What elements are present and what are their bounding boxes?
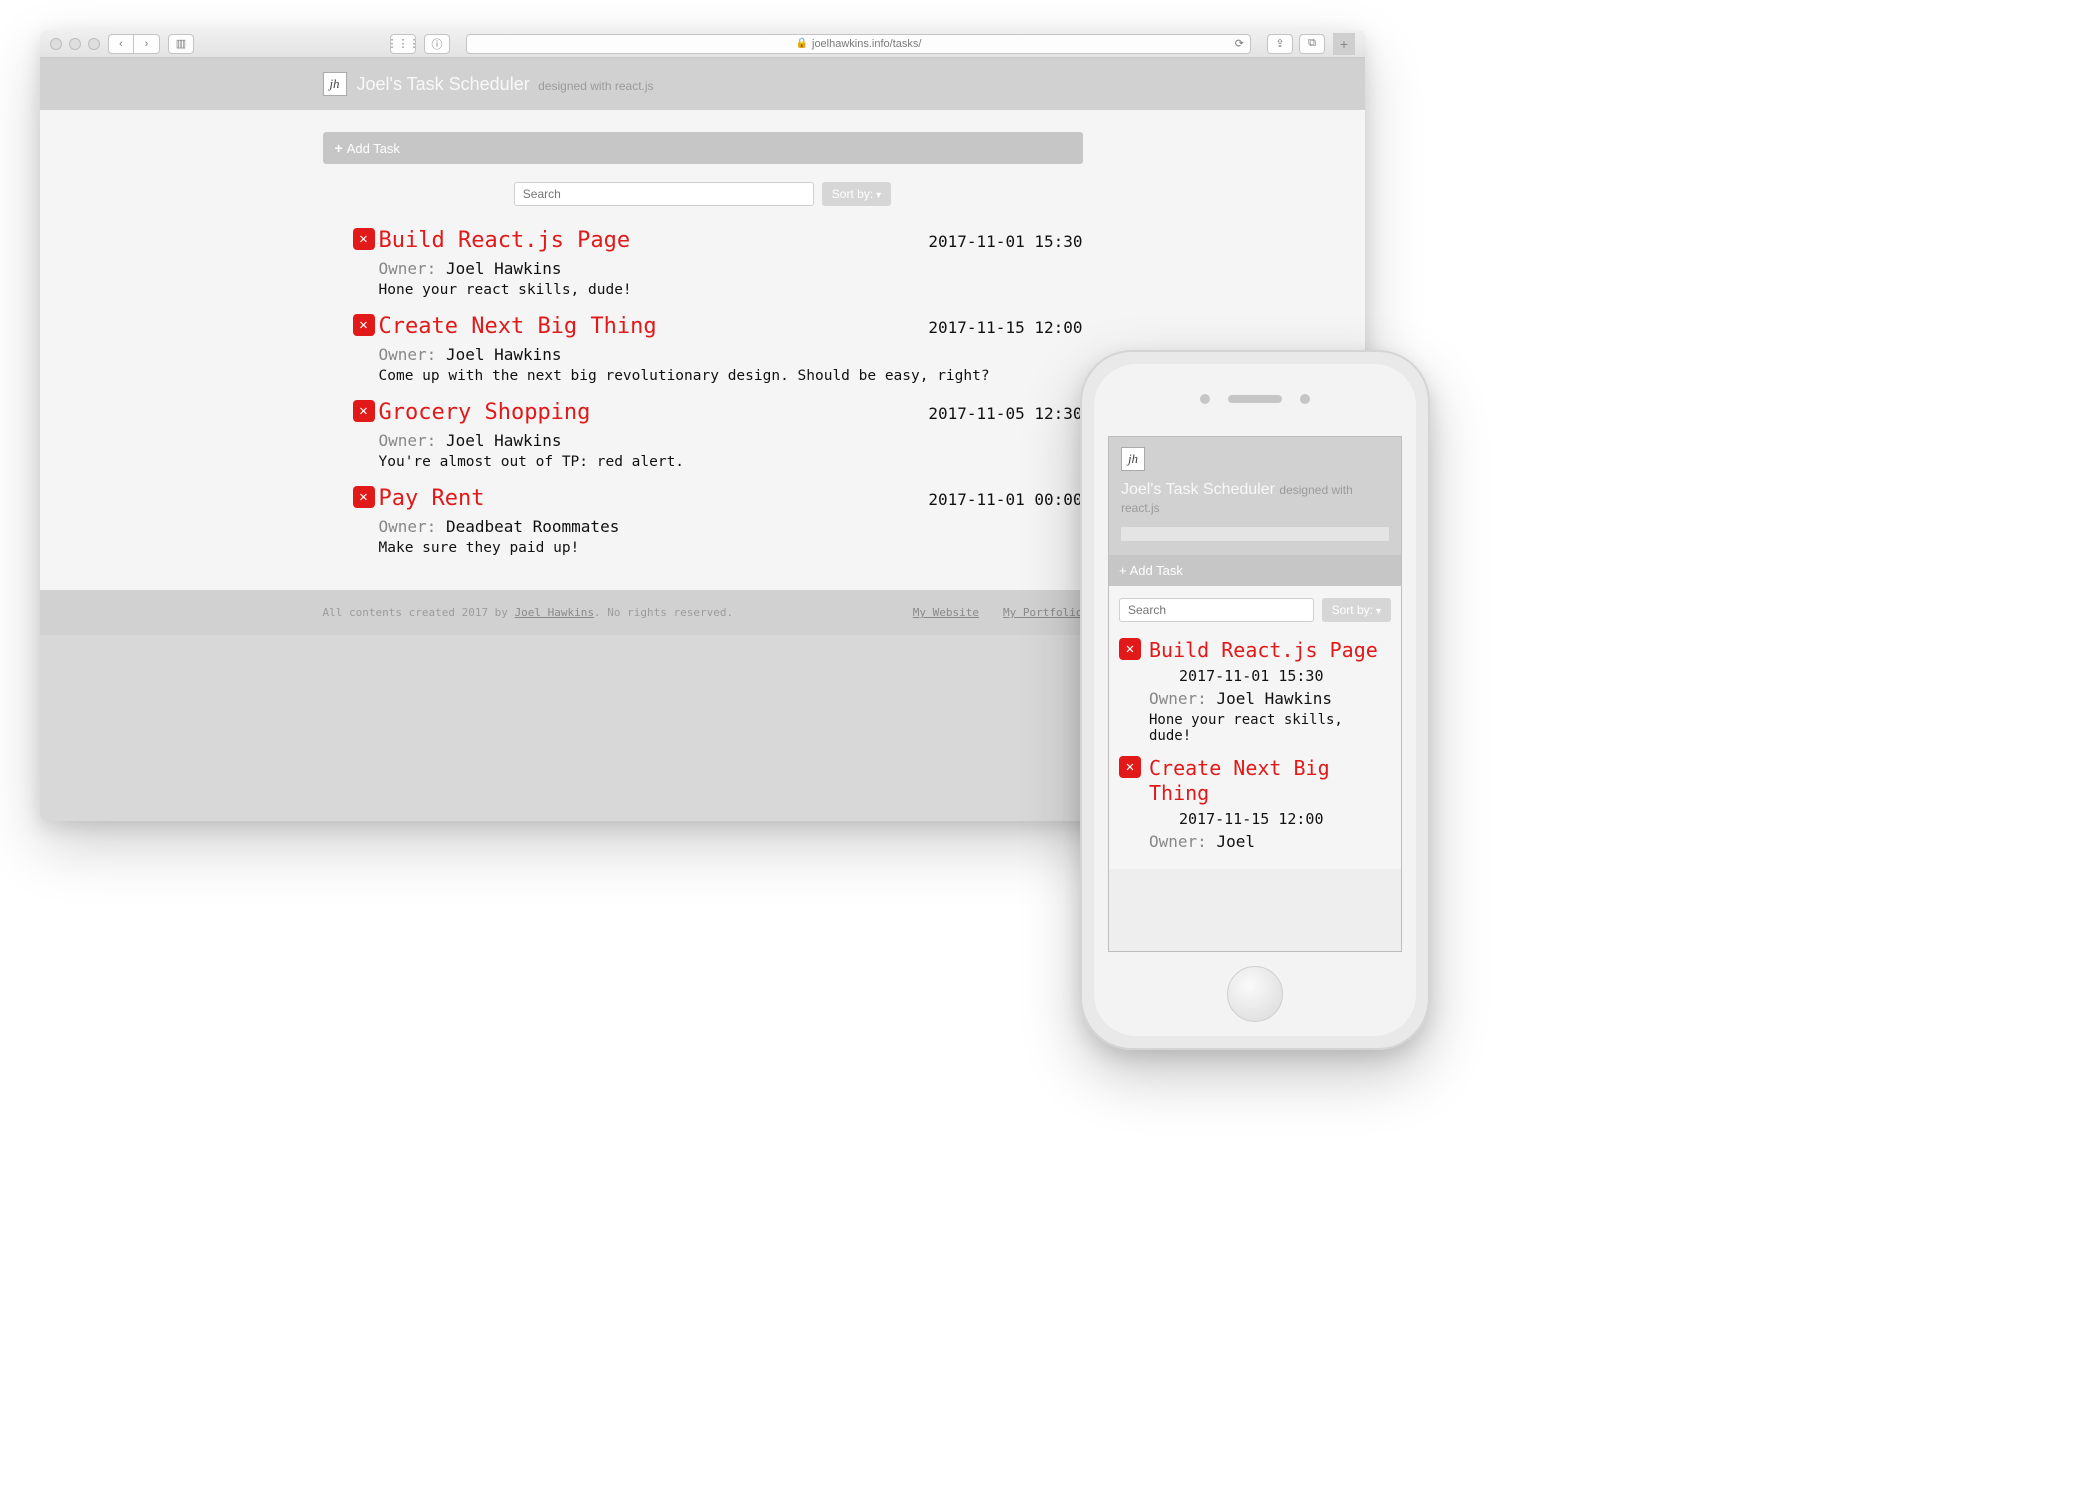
mobile-toolbar: Sort by: xyxy=(1109,586,1401,634)
task-item: ✕Pay Rent 2017-11-01 00:00 Owner: Deadbeat… xyxy=(323,480,1083,566)
owner-name: Joel xyxy=(1216,832,1255,851)
sort-by-button[interactable]: Sort by: xyxy=(822,182,891,206)
delete-task-button[interactable]: ✕ xyxy=(353,314,375,336)
owner-label: Owner: xyxy=(379,345,446,364)
browser-titlebar: ‹ › ▥ ⋮⋮⋮ ⓘ 🔒 joelhawkins.info/tasks/ ⟳ … xyxy=(40,30,1365,58)
delete-task-button[interactable]: ✕ xyxy=(353,228,375,250)
window-controls xyxy=(50,38,100,50)
mobile-logo-badge: jh xyxy=(1121,447,1145,471)
task-title[interactable]: Create Next Big Thing xyxy=(1149,756,1391,806)
mobile-search-input[interactable] xyxy=(1119,598,1314,622)
mobile-task-list: ✕ Build React.js Page 2017-11-01 15:30 Owne… xyxy=(1109,634,1401,869)
info-button[interactable]: ⓘ xyxy=(424,34,450,54)
close-window-icon[interactable] xyxy=(50,38,62,50)
footer-text: All contents created 2017 by Joel Hawkin… xyxy=(323,606,734,619)
back-button[interactable]: ‹ xyxy=(108,34,134,54)
add-task-button[interactable]: + Add Task xyxy=(323,132,1083,164)
task-title[interactable]: Build React.js Page xyxy=(1149,638,1391,663)
task-date: 2017-11-01 15:30 xyxy=(928,232,1082,251)
footer-link-portfolio[interactable]: My Portfolio xyxy=(1003,606,1082,619)
task-description: Hone your react skills, dude! xyxy=(379,282,1083,298)
task-description: Come up with the next big revolutionary … xyxy=(379,368,1083,384)
footer-author-link[interactable]: Joel Hawkins xyxy=(515,606,594,619)
iphone-mockup: jh Joel's Task Scheduler designed with r… xyxy=(1080,350,1430,1050)
nav-buttons: ‹ › xyxy=(108,34,160,54)
lock-icon: 🔒 xyxy=(796,38,808,49)
delete-task-button[interactable]: ✕ xyxy=(353,486,375,508)
maximize-window-icon[interactable] xyxy=(88,38,100,50)
owner-label: Owner: xyxy=(1149,689,1216,708)
plus-icon: + xyxy=(1119,563,1127,578)
logo-badge: jh xyxy=(323,72,347,96)
plus-icon: + xyxy=(335,140,343,156)
owner-name: Joel Hawkins xyxy=(446,345,562,364)
delete-task-button[interactable]: ✕ xyxy=(1119,756,1141,778)
task-item: ✕Build React.js Page 2017-11-01 15:30 Owne… xyxy=(323,222,1083,308)
search-input[interactable] xyxy=(514,182,814,206)
owner-name: Joel Hawkins xyxy=(1216,689,1332,708)
task-date: 2017-11-01 00:00 xyxy=(928,490,1082,509)
minimize-window-icon[interactable] xyxy=(69,38,81,50)
reload-icon[interactable]: ⟳ xyxy=(1235,37,1244,50)
task-date: 2017-11-15 12:00 xyxy=(1179,810,1391,828)
mobile-sort-button[interactable]: Sort by: xyxy=(1322,598,1391,622)
mobile-divider xyxy=(1121,527,1389,541)
owner-label: Owner: xyxy=(379,431,446,450)
task-description: Make sure they paid up! xyxy=(379,540,1083,556)
owner-label: Owner: xyxy=(379,517,446,536)
task-date: 2017-11-01 15:30 xyxy=(1179,667,1391,685)
mobile-app-title: Joel's Task Scheduler xyxy=(1121,481,1275,498)
task-item: ✕Grocery Shopping2017-11-05 12:30Owner: … xyxy=(323,394,1083,480)
owner-name: Deadbeat Roommates xyxy=(446,517,619,536)
mobile-add-task-button[interactable]: + Add Task xyxy=(1109,555,1401,586)
forward-button[interactable]: › xyxy=(134,34,160,54)
footer-link-website[interactable]: My Website xyxy=(913,606,979,619)
mobile-app-header: jh Joel's Task Scheduler designed with r… xyxy=(1109,437,1401,555)
app-header: jh Joel's Task Scheduler designed with r… xyxy=(40,58,1365,110)
mobile-task-item: ✕ Create Next Big Thing 2017-11-15 12:00 Ow… xyxy=(1119,752,1391,859)
owner-name: Joel Hawkins xyxy=(446,431,562,450)
task-date: 2017-11-05 12:30 xyxy=(928,404,1082,423)
tabs-button[interactable]: ⧉ xyxy=(1299,34,1325,54)
address-bar[interactable]: 🔒 joelhawkins.info/tasks/ ⟳ xyxy=(466,34,1251,54)
task-item: ✕Create Next Big Thing 2017-11-15 12:00 Ow… xyxy=(323,308,1083,394)
add-task-label: Add Task xyxy=(347,141,400,156)
toolbar: Sort by: xyxy=(323,182,1083,206)
app-subtitle: designed with react.js xyxy=(538,79,653,93)
share-button[interactable]: ⇪ xyxy=(1267,34,1293,54)
task-title[interactable]: Create Next Big Thing xyxy=(379,314,657,339)
camera-icon xyxy=(1200,394,1210,404)
task-date: 2017-11-15 12:00 xyxy=(928,318,1082,337)
task-title[interactable]: Grocery Shopping xyxy=(379,400,591,425)
task-list: ✕Build React.js Page2017-11-01 15:30Owne… xyxy=(323,222,1083,566)
grid-button[interactable]: ⋮⋮⋮ xyxy=(390,34,416,54)
owner-name: Joel Hawkins xyxy=(446,259,562,278)
delete-task-button[interactable]: ✕ xyxy=(353,400,375,422)
speaker-icon xyxy=(1228,395,1282,403)
delete-task-button[interactable]: ✕ xyxy=(1119,638,1141,660)
owner-label: Owner: xyxy=(379,259,446,278)
task-description: You're almost out of TP: red alert. xyxy=(379,454,1083,470)
iphone-top-hardware xyxy=(1094,364,1416,434)
task-title[interactable]: Build React.js Page xyxy=(379,228,631,253)
owner-label: Owner: xyxy=(1149,832,1216,851)
task-description: Hone your react skills, dude! xyxy=(1149,712,1391,744)
task-title[interactable]: Pay Rent xyxy=(379,486,485,511)
sensor-icon xyxy=(1300,394,1310,404)
app-title: Joel's Task Scheduler xyxy=(357,74,530,94)
iphone-screen: jh Joel's Task Scheduler designed with r… xyxy=(1108,436,1402,952)
sidebar-button[interactable]: ▥ xyxy=(168,34,194,54)
new-tab-button[interactable]: + xyxy=(1333,33,1355,55)
home-button[interactable] xyxy=(1227,966,1283,1022)
mobile-task-item: ✕ Build React.js Page 2017-11-01 15:30 Owne… xyxy=(1119,634,1391,752)
url-text: joelhawkins.info/tasks/ xyxy=(812,38,921,50)
